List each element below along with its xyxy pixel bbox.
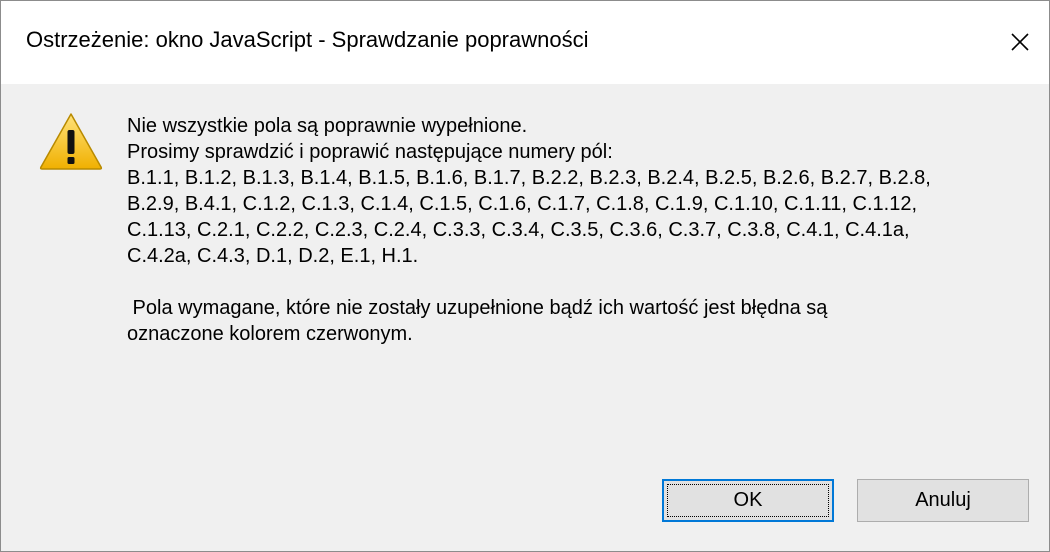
message-line-1: Nie wszystkie pola są poprawnie wypełnio… [127,115,528,137]
close-button[interactable] [989,1,1049,84]
message-text: Nie wszystkie pola są poprawnie wypełnio… [127,113,1027,347]
field-list-line-3: C.1.13, C.2.1, C.2.2, C.2.3, C.2.4, C.3.… [127,219,910,241]
note-line-2: oznaczone kolorem czerwonym. [127,323,413,345]
note-line-1: Pola wymagane, które nie zostały uzupełn… [127,297,828,319]
dialog-title: Ostrzeżenie: okno JavaScript - Sprawdzan… [26,27,589,52]
cancel-button[interactable]: Anuluj [857,479,1029,522]
warning-icon [39,113,103,170]
alert-dialog: Ostrzeżenie: okno JavaScript - Sprawdzan… [0,0,1050,552]
field-list-line-2: B.2.9, B.4.1, C.1.2, C.1.3, C.1.4, C.1.5… [127,193,918,215]
close-icon [1011,33,1029,51]
title-bar: Ostrzeżenie: okno JavaScript - Sprawdzan… [1,1,1049,84]
ok-button[interactable]: OK [662,479,834,522]
field-list-line-1: B.1.1, B.1.2, B.1.3, B.1.4, B.1.5, B.1.6… [127,167,931,189]
cancel-button-label: Anuluj [915,489,971,511]
focus-ring [667,484,829,517]
field-list-line-4: C.4.2a, C.4.3, D.1, D.2, E.1, H.1. [127,245,419,267]
message-line-2: Prosimy sprawdzić i poprawić następujące… [127,141,613,163]
